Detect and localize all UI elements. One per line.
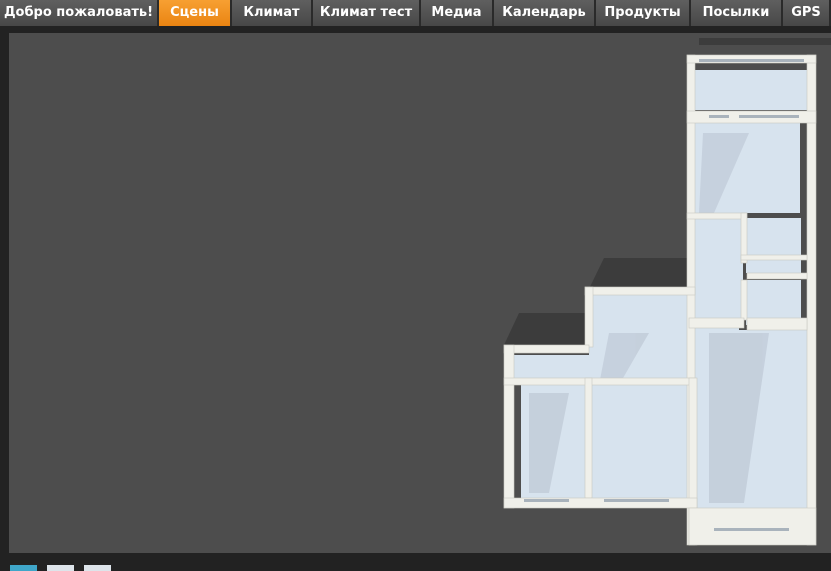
page-2-button[interactable] xyxy=(47,565,74,571)
tab-calendar[interactable]: Календарь xyxy=(494,0,595,26)
tab-scenes[interactable]: Сцены xyxy=(159,0,231,26)
floor-plan[interactable] xyxy=(9,33,831,553)
tab-products[interactable]: Продукты xyxy=(596,0,690,26)
scene-stage xyxy=(9,33,831,553)
tab-climate[interactable]: Климат xyxy=(232,0,312,26)
tab-welcome[interactable]: Добро пожаловать! xyxy=(0,0,158,26)
room-bed-center[interactable] xyxy=(591,385,691,498)
tab-media[interactable]: Медиа xyxy=(421,0,493,26)
page-3-button[interactable] xyxy=(84,565,111,571)
room-top[interactable] xyxy=(693,70,810,110)
tab-parcels[interactable]: Посылки xyxy=(691,0,782,26)
top-nav: Добро пожаловать! Сцены Климат Климат те… xyxy=(0,0,831,26)
scene-pager xyxy=(10,565,111,571)
tab-climate-test[interactable]: Климат тест xyxy=(313,0,420,26)
page-1-button[interactable] xyxy=(10,565,37,571)
room-small-1[interactable] xyxy=(746,218,801,273)
room-hall-west[interactable] xyxy=(514,355,589,380)
tab-gps[interactable]: GPS xyxy=(783,0,830,26)
